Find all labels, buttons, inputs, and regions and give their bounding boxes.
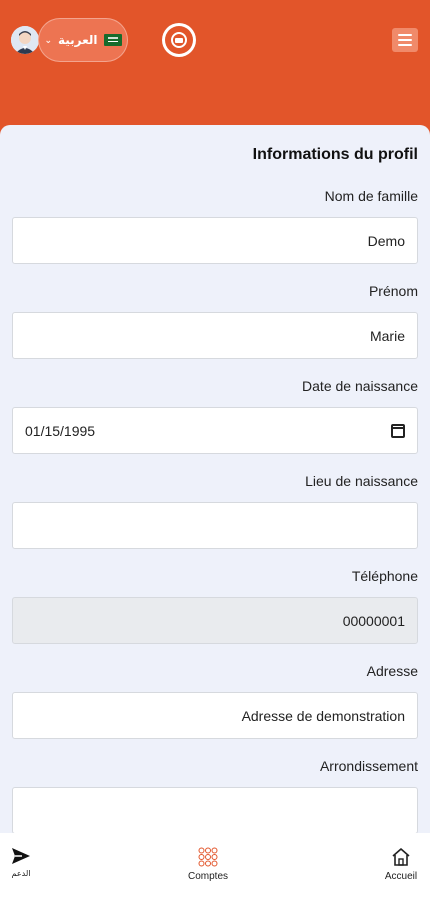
label-birth-place: Lieu de naissance bbox=[305, 473, 418, 489]
hamburger-menu-button[interactable] bbox=[392, 28, 418, 52]
birth-date-value: 01/15/1995 bbox=[25, 422, 96, 439]
profile-card: Informations du profil Nom de famille De… bbox=[0, 125, 430, 833]
district-field[interactable] bbox=[12, 787, 418, 833]
birth-date-field[interactable]: 01/15/1995 bbox=[12, 407, 418, 454]
top-header: ⌄ العربية bbox=[0, 0, 430, 140]
saudi-arabia-flag-icon bbox=[103, 34, 122, 46]
label-last-name: Nom de famille bbox=[324, 188, 418, 204]
nav-home-label: Accueil bbox=[384, 871, 418, 882]
first-name-field[interactable]: Marie bbox=[12, 312, 418, 359]
address-value: Adresse de demonstration bbox=[241, 707, 405, 724]
nav-home[interactable]: Accueil bbox=[380, 847, 422, 882]
bottom-navigation: الدعم Comptes Accueil bbox=[0, 833, 430, 900]
menu-line bbox=[398, 34, 412, 36]
birth-place-field[interactable] bbox=[12, 502, 418, 549]
last-name-value: Demo bbox=[367, 232, 405, 249]
chevron-down-icon: ⌄ bbox=[44, 34, 52, 45]
profile-title: Informations du profil bbox=[252, 146, 418, 163]
phone-field: 00000001 bbox=[12, 597, 418, 644]
logo-mark-icon bbox=[165, 26, 193, 54]
grid-icon bbox=[198, 847, 218, 867]
phone-value: 00000001 bbox=[342, 612, 405, 629]
nav-accounts-label: Comptes bbox=[187, 871, 228, 882]
last-name-field[interactable]: Demo bbox=[12, 217, 418, 264]
app-logo[interactable] bbox=[162, 23, 196, 57]
address-field[interactable]: Adresse de demonstration bbox=[12, 692, 418, 739]
user-avatar-icon bbox=[11, 26, 39, 54]
user-avatar[interactable] bbox=[11, 26, 39, 54]
label-phone: Téléphone bbox=[351, 568, 418, 584]
nav-support[interactable]: الدعم bbox=[8, 847, 34, 878]
nav-support-label: الدعم bbox=[11, 869, 31, 878]
label-district: Arrondissement bbox=[319, 758, 418, 774]
send-icon bbox=[12, 848, 30, 864]
menu-line bbox=[398, 44, 412, 46]
calendar-icon[interactable] bbox=[391, 423, 405, 438]
menu-line bbox=[398, 39, 412, 41]
label-first-name: Prénom bbox=[368, 283, 418, 299]
language-selector[interactable]: ⌄ العربية bbox=[38, 18, 128, 62]
nav-accounts[interactable]: Comptes bbox=[180, 847, 236, 882]
home-icon bbox=[392, 848, 410, 866]
language-label: العربية bbox=[58, 33, 98, 47]
first-name-value: Marie bbox=[369, 327, 405, 344]
label-birth-date: Date de naissance bbox=[302, 378, 418, 394]
label-address: Adresse bbox=[366, 663, 418, 679]
